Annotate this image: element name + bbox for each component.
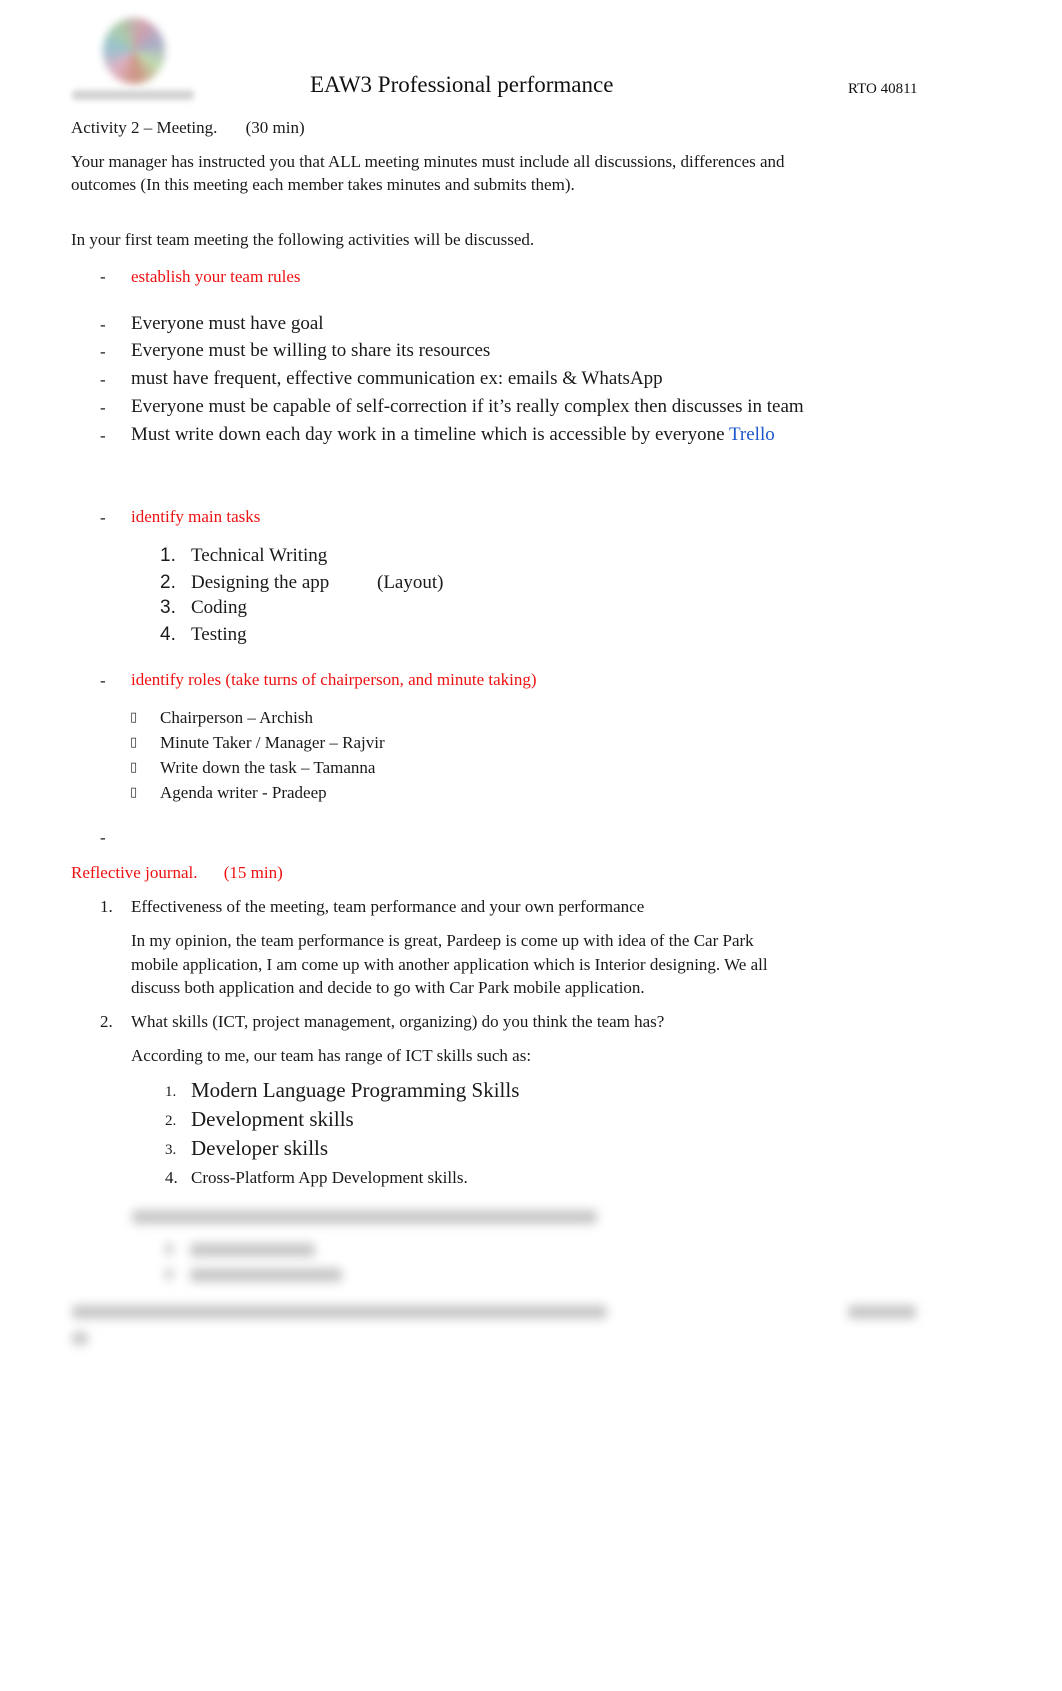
square-bullet-icon: ▯ — [130, 735, 138, 750]
list-item-text: Must write down each day work in a timel… — [131, 424, 729, 445]
square-bullet-icon: ▯ — [130, 760, 138, 775]
first-meeting-text: In your first team meeting the following… — [71, 230, 535, 249]
blurred-text-line — [190, 1268, 342, 1282]
question-2: What skills (ICT, project management, or… — [131, 1012, 665, 1031]
dash-bullet: - — [100, 508, 106, 527]
answer-1-line-2: mobile application, I am come up with an… — [131, 955, 768, 974]
rto-number: RTO 40811 — [848, 81, 918, 97]
skill-item: Development skills — [191, 1107, 354, 1131]
activity-title: Activity 2 – Meeting. — [71, 118, 218, 137]
task-item: Coding — [191, 597, 247, 618]
reflective-heading: Reflective journal. (15 min) — [71, 863, 283, 883]
dash-bullet: - — [100, 342, 106, 361]
list-number: 2. — [160, 572, 176, 593]
question-number: 2. — [100, 1012, 113, 1031]
intro-line-1: Your manager has instructed you that ALL… — [71, 152, 785, 171]
organization-logo — [68, 8, 198, 103]
answer-1-line-1: In my opinion, the team performance is g… — [131, 931, 754, 950]
document-title: EAW3 Professional performance — [310, 72, 614, 97]
dash-bullet: - — [100, 315, 106, 334]
reflective-duration: (15 min) — [223, 863, 283, 882]
team-rules-heading: establish your team rules — [131, 267, 301, 286]
activity-heading: Activity 2 – Meeting. (30 min) — [71, 118, 305, 138]
list-item: Everyone must be willing to share its re… — [131, 340, 491, 361]
blurred-footer-text — [72, 1305, 607, 1319]
dash-bullet: - — [100, 267, 106, 286]
intro-line-2: outcomes (In this meeting each member ta… — [71, 175, 575, 194]
logo-caption-blurred — [72, 90, 194, 100]
blurred-page-number — [848, 1305, 916, 1319]
list-number: 3. — [160, 597, 176, 618]
list-item: Everyone must have goal — [131, 313, 324, 334]
dash-bullet: - — [100, 398, 106, 417]
answer-2: According to me, our team has range of I… — [131, 1046, 532, 1065]
role-item: Agenda writer - Pradeep — [160, 783, 327, 802]
role-item: Chairperson – Archish — [160, 708, 313, 727]
skill-item: Cross-Platform App Development skills. — [191, 1168, 468, 1187]
question-number: 1. — [100, 897, 113, 916]
roles-heading: identify roles (take turns of chairperso… — [131, 670, 537, 689]
blurred-text-line — [190, 1243, 315, 1257]
globe-logo-icon — [103, 18, 165, 84]
blurred-text-line — [165, 1268, 173, 1280]
task-item: Technical Writing — [191, 545, 328, 566]
dash-bullet: - — [100, 370, 106, 389]
task-note: (Layout) — [377, 572, 444, 593]
blurred-text-line — [132, 1210, 597, 1224]
square-bullet-icon: ▯ — [130, 785, 138, 800]
dash-bullet: - — [100, 671, 106, 690]
role-item: Minute Taker / Manager – Rajvir — [160, 733, 385, 752]
square-bullet-icon: ▯ — [130, 710, 138, 725]
list-number: 4. — [165, 1168, 178, 1187]
list-number: 4. — [160, 624, 176, 645]
blurred-text-line — [165, 1243, 173, 1255]
list-item: Everyone must be capable of self-correct… — [131, 396, 804, 417]
trello-link[interactable]: Trello — [729, 424, 775, 445]
question-1: Effectiveness of the meeting, team perfo… — [131, 897, 645, 916]
task-item: Testing — [191, 624, 247, 645]
role-item: Write down the task – Tamanna — [160, 758, 376, 777]
list-item: Must write down each day work in a timel… — [131, 424, 775, 446]
skill-item: Developer skills — [191, 1136, 329, 1160]
list-item: must have frequent, effective communicat… — [131, 368, 663, 389]
task-item: Designing the app — [191, 572, 330, 593]
reflective-title: Reflective journal. — [71, 863, 198, 882]
list-number: 1. — [160, 545, 176, 566]
list-number: 1. — [165, 1084, 177, 1100]
main-tasks-heading: identify main tasks — [131, 507, 261, 526]
list-number: 2. — [165, 1113, 177, 1129]
list-number: 3. — [165, 1142, 177, 1158]
blurred-footer-text — [72, 1332, 88, 1345]
activity-duration: (30 min) — [245, 118, 305, 137]
dash-bullet: - — [100, 426, 106, 445]
answer-1-line-3: discuss both application and decide to g… — [131, 978, 645, 997]
skill-item: Modern Language Programming Skills — [191, 1078, 520, 1102]
dash-bullet: - — [100, 828, 106, 847]
